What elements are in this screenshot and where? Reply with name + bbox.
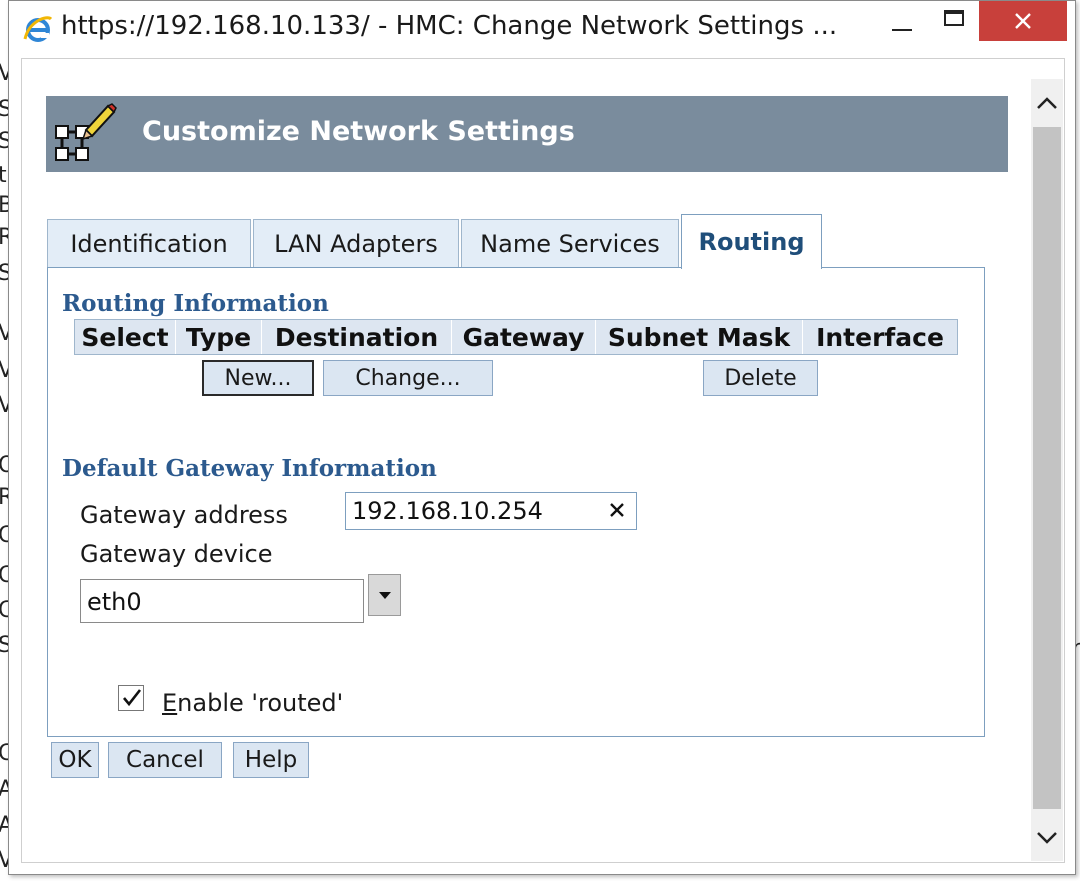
column-destination[interactable]: Destination bbox=[262, 320, 452, 354]
window-title: https://192.168.10.133/ - HMC: Change Ne… bbox=[61, 11, 838, 41]
scrollbar-thumb[interactable] bbox=[1033, 127, 1061, 809]
cancel-button[interactable]: Cancel bbox=[108, 742, 222, 778]
browser-popup-window: https://192.168.10.133/ - HMC: Change Ne… bbox=[8, 0, 1076, 875]
help-button[interactable]: Help bbox=[233, 742, 309, 778]
chevron-down-icon bbox=[1037, 832, 1057, 844]
minimize-button[interactable] bbox=[879, 1, 925, 41]
header-banner: Customize Network Settings bbox=[46, 96, 1008, 172]
vertical-scrollbar[interactable] bbox=[1031, 79, 1063, 861]
gateway-address-input[interactable]: 192.168.10.254 bbox=[345, 492, 637, 530]
enable-routed-label-text: nable 'routed' bbox=[177, 689, 344, 717]
chevron-down-icon bbox=[378, 592, 391, 599]
gateway-address-label: Gateway address bbox=[80, 501, 288, 529]
gateway-device-label: Gateway device bbox=[80, 540, 273, 568]
column-select[interactable]: Select bbox=[75, 320, 176, 354]
tab-identification[interactable]: Identification bbox=[47, 219, 251, 267]
dialog-content: Customize Network Settings Identificatio… bbox=[21, 58, 1065, 863]
tab-name-services[interactable]: Name Services bbox=[461, 219, 679, 267]
scroll-down-button[interactable] bbox=[1031, 815, 1063, 861]
close-icon bbox=[1015, 13, 1031, 29]
enable-routed-label[interactable]: Enable 'routed' bbox=[162, 689, 343, 717]
column-interface[interactable]: Interface bbox=[803, 320, 957, 354]
checkmark-icon bbox=[123, 689, 142, 707]
routing-tab-panel: Routing Information Select Type Destinat… bbox=[47, 267, 985, 737]
title-bar[interactable]: https://192.168.10.133/ - HMC: Change Ne… bbox=[9, 1, 1075, 57]
gateway-device-dropdown-button[interactable] bbox=[368, 574, 401, 616]
routing-table-header: Select Type Destination Gateway Subnet M… bbox=[74, 319, 958, 355]
delete-route-button[interactable]: Delete bbox=[703, 360, 818, 396]
routing-information-heading: Routing Information bbox=[62, 290, 329, 317]
change-route-button[interactable]: Change... bbox=[323, 360, 493, 396]
scroll-up-button[interactable] bbox=[1031, 79, 1063, 127]
internet-explorer-icon bbox=[23, 16, 53, 42]
ok-button[interactable]: OK bbox=[51, 742, 99, 778]
page-title: Customize Network Settings bbox=[142, 116, 575, 147]
tab-routing[interactable]: Routing bbox=[681, 214, 822, 269]
column-subnet-mask[interactable]: Subnet Mask bbox=[596, 320, 803, 354]
column-type[interactable]: Type bbox=[176, 320, 262, 354]
clear-icon[interactable] bbox=[604, 495, 630, 525]
maximize-icon bbox=[944, 10, 964, 26]
network-settings-icon bbox=[55, 103, 117, 161]
tab-lan-adapters[interactable]: LAN Adapters bbox=[253, 219, 459, 267]
maximize-button[interactable] bbox=[931, 1, 977, 41]
chevron-up-icon bbox=[1037, 97, 1057, 109]
gateway-device-value: eth0 bbox=[87, 588, 142, 616]
enable-routed-mnemonic: E bbox=[162, 689, 178, 717]
enable-routed-checkbox[interactable] bbox=[118, 685, 144, 711]
close-button[interactable] bbox=[979, 1, 1067, 41]
minimize-icon bbox=[892, 29, 912, 31]
background-char: t bbox=[0, 163, 7, 188]
column-gateway[interactable]: Gateway bbox=[452, 320, 596, 354]
default-gateway-heading: Default Gateway Information bbox=[62, 455, 437, 482]
gateway-address-value: 192.168.10.254 bbox=[352, 497, 543, 525]
gateway-device-select[interactable]: eth0 bbox=[80, 579, 364, 623]
new-route-button[interactable]: New... bbox=[202, 360, 314, 396]
